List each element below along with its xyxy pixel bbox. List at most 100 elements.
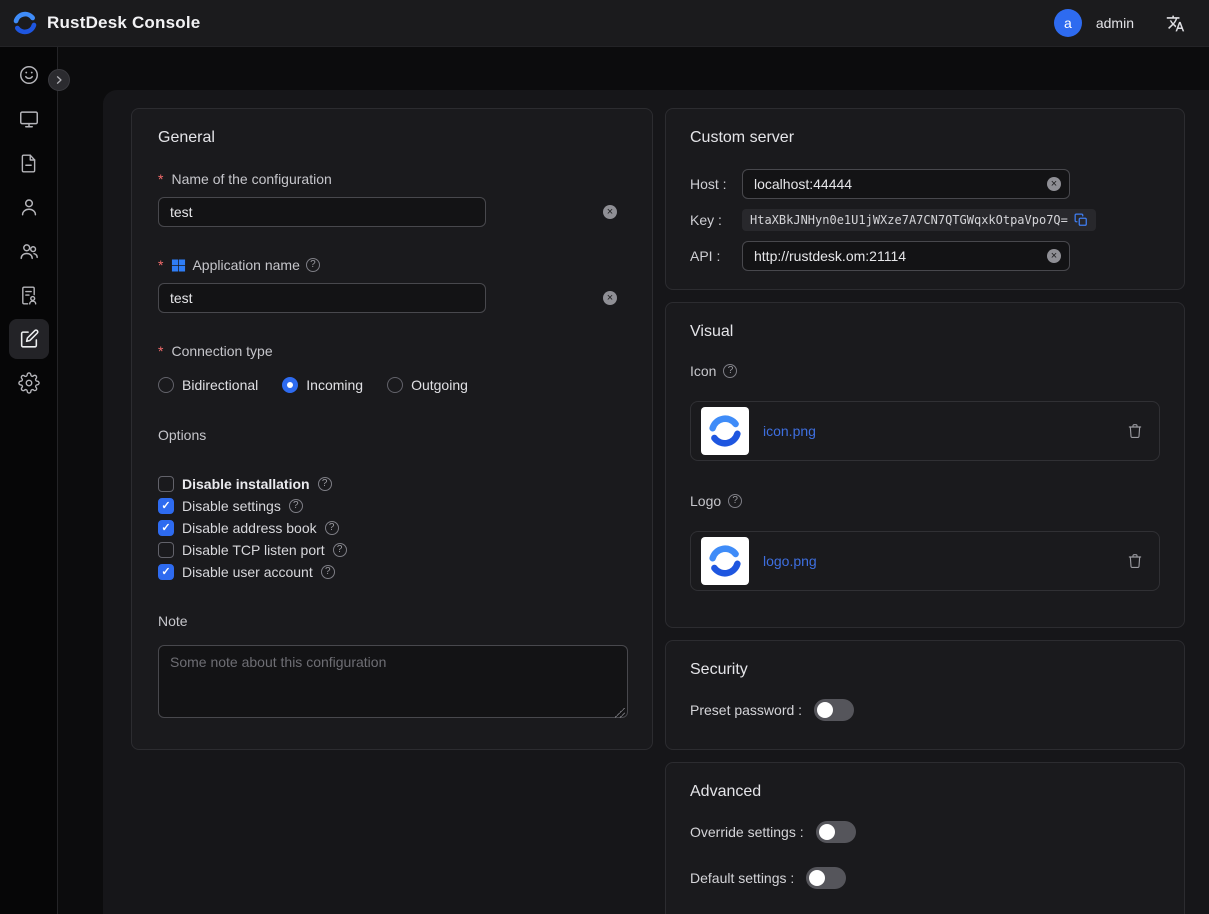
- logo-label: Logo: [690, 491, 1160, 511]
- checkbox-disable-settings[interactable]: Disable settings: [158, 495, 626, 517]
- sidebar: [0, 47, 58, 914]
- smile-icon: [18, 64, 40, 86]
- monitor-icon: [18, 108, 40, 130]
- avatar[interactable]: a: [1054, 9, 1082, 37]
- radio-circle: [158, 377, 174, 393]
- users-icon: [18, 240, 40, 262]
- gear-icon: [18, 372, 40, 394]
- advanced-title: Advanced: [690, 783, 1160, 801]
- required-marker: [158, 343, 165, 359]
- sidebar-item-dashboard[interactable]: [9, 55, 49, 95]
- clear-icon[interactable]: [1047, 177, 1061, 191]
- connection-type-radio-group: Bidirectional Incoming Outgoing: [158, 375, 626, 395]
- clear-icon[interactable]: [603, 205, 617, 219]
- security-card: Security Preset password :: [665, 640, 1185, 750]
- security-title: Security: [690, 661, 1160, 679]
- radio-bidirectional[interactable]: Bidirectional: [158, 377, 258, 393]
- help-icon[interactable]: [306, 258, 320, 272]
- logo-file-link[interactable]: logo.png: [763, 553, 1113, 569]
- help-icon[interactable]: [318, 477, 332, 491]
- api-label: API :: [690, 248, 742, 264]
- header-right: a admin: [1054, 9, 1185, 37]
- preset-password-row: Preset password :: [690, 699, 1160, 721]
- visual-title: Visual: [690, 323, 1160, 341]
- api-input[interactable]: [742, 241, 1070, 271]
- radio-outgoing[interactable]: Outgoing: [387, 377, 468, 393]
- radio-label: Incoming: [306, 377, 363, 393]
- icon-file-link[interactable]: icon.png: [763, 423, 1113, 439]
- file-person-icon: [18, 285, 39, 306]
- main-panel: General Name of the configuration Applic…: [103, 90, 1209, 914]
- radio-circle: [387, 377, 403, 393]
- connection-type-label: Connection type: [158, 341, 626, 361]
- override-settings-toggle[interactable]: [816, 821, 856, 843]
- override-settings-row: Override settings :: [690, 821, 1160, 843]
- sidebar-item-custom-clients[interactable]: [9, 319, 49, 359]
- sidebar-item-devices[interactable]: [9, 99, 49, 139]
- help-icon[interactable]: [723, 364, 737, 378]
- required-marker: [158, 171, 165, 187]
- help-icon[interactable]: [325, 521, 339, 535]
- host-label: Host :: [690, 176, 742, 192]
- help-icon[interactable]: [728, 494, 742, 508]
- copy-icon[interactable]: [1074, 213, 1088, 227]
- sidebar-item-users[interactable]: [9, 187, 49, 227]
- radio-label: Outgoing: [411, 377, 468, 393]
- key-value: HtaXBkJNHyn0e1U1jWXze7A7CN7QTGWqxkOtpaVp…: [750, 213, 1068, 227]
- rustdesk-logo-icon: [12, 10, 38, 36]
- checkbox-disable-user-account[interactable]: Disable user account: [158, 561, 626, 583]
- radio-incoming[interactable]: Incoming: [282, 377, 363, 393]
- translate-icon[interactable]: [1166, 14, 1185, 33]
- options-label: Options: [158, 427, 626, 447]
- application-name-input[interactable]: [158, 283, 486, 313]
- general-card: General Name of the configuration Applic…: [131, 108, 653, 750]
- visual-card: Visual Icon icon.png: [665, 302, 1185, 628]
- help-icon[interactable]: [321, 565, 335, 579]
- header: RustDesk Console a admin: [0, 0, 1209, 47]
- key-chip: HtaXBkJNHyn0e1U1jWXze7A7CN7QTGWqxkOtpaVp…: [742, 209, 1096, 231]
- trash-icon[interactable]: [1127, 423, 1143, 439]
- edit-icon: [18, 328, 40, 350]
- override-settings-label: Override settings :: [690, 824, 804, 840]
- user-icon: [18, 196, 40, 218]
- right-column: Custom server Host : Key : HtaXBkJNHyn0e…: [665, 108, 1185, 914]
- checkbox-label: Disable user account: [182, 564, 313, 580]
- preset-password-label: Preset password :: [690, 702, 802, 718]
- checkbox-disable-tcp-listen-port[interactable]: Disable TCP listen port: [158, 539, 626, 561]
- brand: RustDesk Console: [12, 10, 200, 36]
- checkbox-box: [158, 564, 174, 580]
- key-row: Key : HtaXBkJNHyn0e1U1jWXze7A7CN7QTGWqxk…: [690, 209, 1160, 231]
- note-field-wrap: [158, 645, 628, 723]
- resize-grip[interactable]: [615, 708, 625, 718]
- sidebar-item-documents[interactable]: [9, 143, 49, 183]
- checkbox-disable-installation[interactable]: Disable installation: [158, 473, 626, 495]
- sidebar-item-audit[interactable]: [9, 275, 49, 315]
- clear-icon[interactable]: [1047, 249, 1061, 263]
- config-name-input[interactable]: [158, 197, 486, 227]
- clear-icon[interactable]: [603, 291, 617, 305]
- api-row: API :: [690, 241, 1160, 271]
- trash-icon[interactable]: [1127, 553, 1143, 569]
- checkbox-disable-address-book[interactable]: Disable address book: [158, 517, 626, 539]
- chevron-right-icon: [53, 74, 65, 86]
- sidebar-item-settings[interactable]: [9, 363, 49, 403]
- app-root: RustDesk Console a admin: [0, 0, 1209, 914]
- checkbox-box: [158, 520, 174, 536]
- logo-thumbnail: [701, 537, 749, 585]
- checkbox-label: Disable address book: [182, 520, 317, 536]
- sidebar-expand-button[interactable]: [48, 69, 70, 91]
- default-settings-toggle[interactable]: [806, 867, 846, 889]
- username[interactable]: admin: [1096, 15, 1134, 31]
- help-icon[interactable]: [289, 499, 303, 513]
- general-title: General: [158, 129, 626, 147]
- windows-logo-icon: [171, 258, 186, 273]
- host-input[interactable]: [742, 169, 1070, 199]
- logo-upload-box: logo.png: [690, 531, 1160, 591]
- default-settings-row: Default settings :: [690, 867, 1160, 889]
- options-checkbox-list: Disable installation Disable settings Di…: [158, 473, 626, 583]
- preset-password-toggle[interactable]: [814, 699, 854, 721]
- note-textarea[interactable]: [158, 645, 628, 718]
- sidebar-item-groups[interactable]: [9, 231, 49, 271]
- help-icon[interactable]: [333, 543, 347, 557]
- application-name-field-wrap: [158, 283, 626, 313]
